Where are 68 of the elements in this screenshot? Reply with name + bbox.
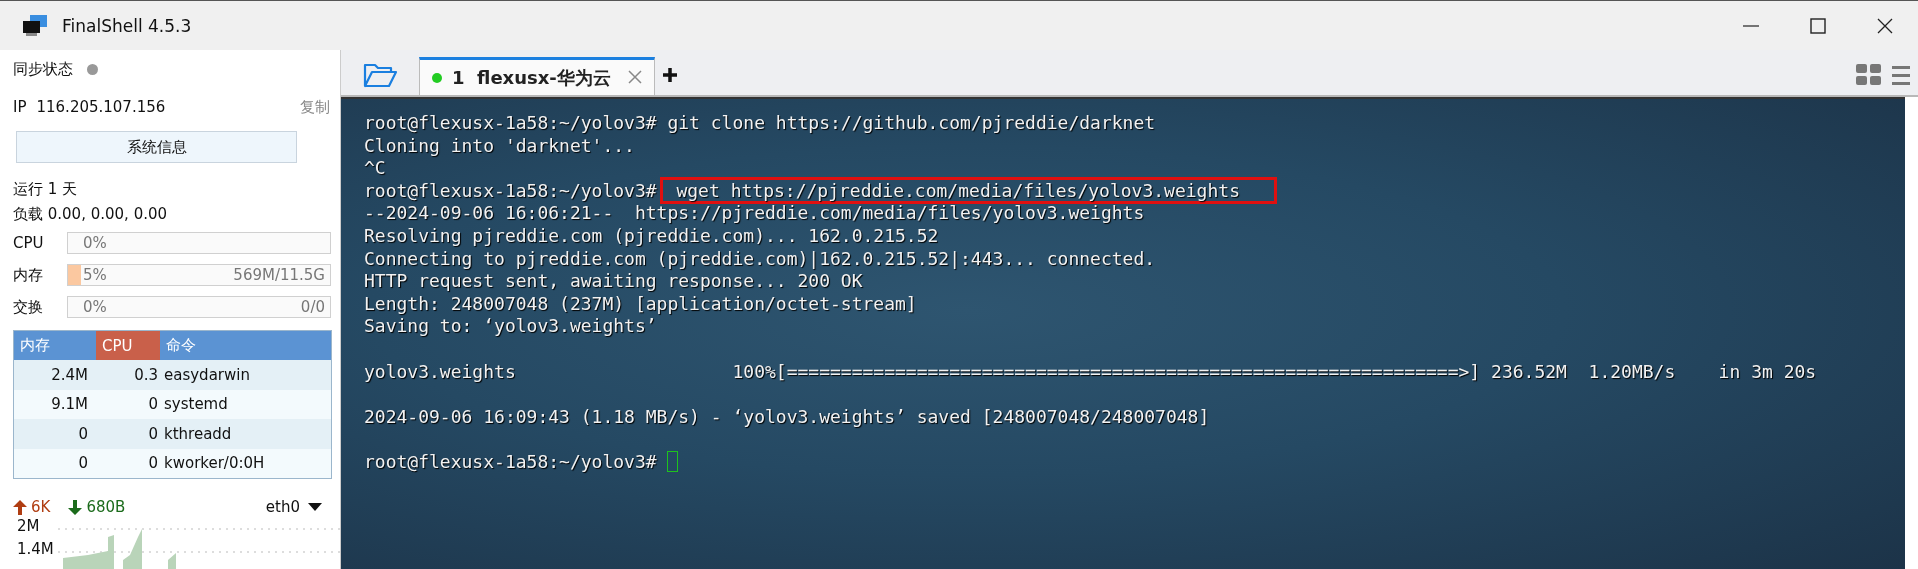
system-info-button[interactable]: 系统信息 bbox=[16, 131, 297, 163]
terminal-line: Saving to: ‘yolov3.weights’ bbox=[364, 315, 657, 337]
terminal-line: ^C bbox=[364, 157, 386, 179]
upload-arrow-icon bbox=[13, 499, 27, 515]
minimize-icon bbox=[1742, 24, 1759, 27]
download-arrow-icon bbox=[68, 499, 83, 515]
memory-cell-text: 2.4M bbox=[50, 365, 89, 384]
cpu-cell-text: 0 bbox=[147, 395, 159, 414]
terminal-prompt: root@flexusx-1a58:~/yolov3# bbox=[364, 450, 657, 472]
folder-icon bbox=[363, 61, 397, 89]
sync-status-label: 同步状态 bbox=[13, 59, 73, 79]
download-speed: 680B bbox=[86, 498, 126, 516]
terminal-line: yolov3.weights 100%[==============================================================>] 236.52M 1.20MB/s in 3m 20s bbox=[364, 360, 1817, 382]
terminal-prompt: root@flexusx-1a58:~/yolov3# bbox=[364, 179, 657, 201]
process-row[interactable]: 9.1M 0 systemd bbox=[14, 389, 331, 419]
close-icon bbox=[628, 70, 642, 84]
cpu-cell-text: 0 bbox=[147, 454, 159, 473]
upload-speed: 6K bbox=[31, 498, 51, 516]
column-header[interactable]: CPU bbox=[96, 331, 160, 360]
maximize-icon bbox=[1809, 17, 1826, 34]
tab-label: 1 flexusx-华为云 bbox=[452, 65, 611, 90]
traffic-area bbox=[168, 553, 176, 569]
ip-address: 116.205.107.156 bbox=[36, 98, 166, 116]
window-title: FinalShell 4.5.3 bbox=[62, 15, 192, 36]
terminal-line: 2024-09-06 16:09:43 (1.18 MB/s) - ‘yolov3.weights’ saved [248007048/248007048] bbox=[364, 405, 1210, 427]
terminal-line: Cloning into 'darknet'... bbox=[364, 134, 635, 156]
meter-label: CPU bbox=[13, 234, 45, 252]
meter-reading: 0% bbox=[83, 298, 107, 316]
meter-label: 交换 bbox=[13, 297, 44, 317]
grid-view-icon[interactable] bbox=[1856, 64, 1882, 86]
meter-detail: 569M/11.5G bbox=[233, 266, 325, 284]
command-cell-text: kworker/0:0H bbox=[163, 454, 266, 473]
terminal-line: HTTP request sent, awaiting response... 200 OK bbox=[364, 270, 863, 292]
traffic-area bbox=[63, 535, 114, 569]
command-cell-text: systemd bbox=[163, 395, 229, 414]
terminal-line: Length: 248007048 (237M) [application/octet-stream] bbox=[364, 292, 917, 314]
meter-reading: 0% bbox=[83, 234, 107, 252]
menu-icon[interactable] bbox=[1892, 65, 1910, 85]
copy-link[interactable]: 复制 bbox=[300, 97, 330, 117]
traffic-area bbox=[123, 529, 142, 569]
uptime-text: 运行 1 天 bbox=[13, 179, 79, 200]
terminal-line: --2024-09-06 16:06:21-- https://pjreddie.com/media/files/yolov3.weights bbox=[364, 202, 1145, 224]
session-tab[interactable]: 1 flexusx-华为云 bbox=[419, 57, 655, 95]
load-text: 负载 0.00, 0.00, 0.00 bbox=[13, 204, 169, 225]
command-cell-text: easydarwin bbox=[163, 365, 251, 384]
meter-detail: 0/0 bbox=[300, 298, 325, 316]
memory-cell-text: 0 bbox=[77, 424, 89, 443]
app-logo-icon bbox=[22, 14, 48, 37]
process-row[interactable]: 2.4M 0.3 easydarwin bbox=[14, 360, 331, 390]
cpu-cell-text: 0.3 bbox=[133, 365, 159, 384]
ip-label: IP bbox=[13, 98, 27, 116]
terminal-line: Connecting to pjreddie.com (pjreddie.com)|162.0.215.52|:443... connected. bbox=[364, 247, 1156, 269]
process-row[interactable]: 0 0 kthreadd bbox=[14, 419, 331, 449]
sync-status-icon bbox=[87, 63, 98, 75]
meter-reading: 5% bbox=[83, 266, 107, 284]
close-icon bbox=[1876, 17, 1893, 34]
caret-icon bbox=[308, 503, 322, 511]
memory-cell-text: 0 bbox=[77, 454, 89, 473]
meter-label: 内存 bbox=[13, 265, 44, 285]
process-row[interactable]: 0 0 kworker/0:0H bbox=[14, 448, 331, 478]
interface-dropdown[interactable]: eth0 bbox=[265, 498, 322, 516]
plus-icon bbox=[662, 67, 678, 83]
terminal-line: Resolving pjreddie.com (pjreddie.com)... 162.0.215.52 bbox=[364, 224, 939, 246]
memory-cell-text: 9.1M bbox=[50, 395, 89, 414]
highlighted-command: wget https://pjreddie.com/media/files/yolov3.weights bbox=[659, 176, 1277, 204]
cpu-cell-text: 0 bbox=[147, 424, 159, 443]
command-cell-text: kthreadd bbox=[163, 424, 233, 443]
terminal-line: root@flexusx-1a58:~/yolov3# git clone https://github.com/pjreddie/darknet bbox=[364, 112, 1156, 133]
